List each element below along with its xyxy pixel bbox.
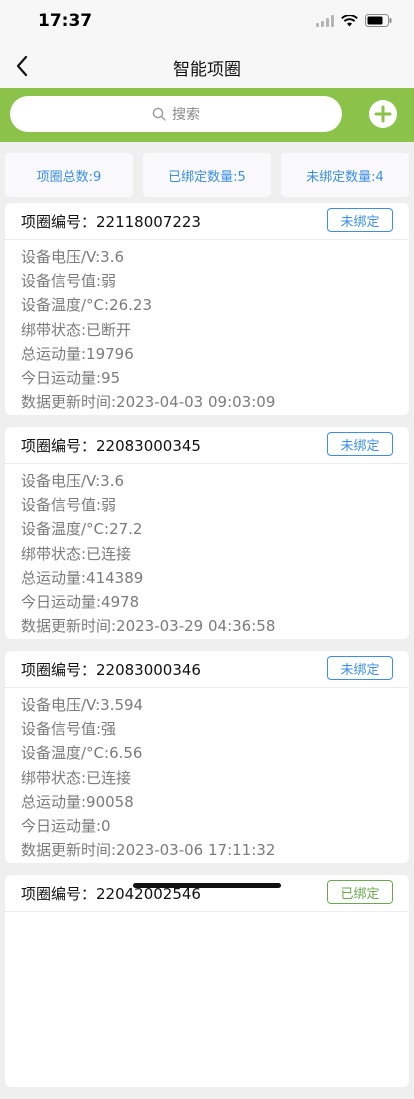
voltage-value: 设备电压/V:3.6	[21, 472, 125, 490]
bind-status-button[interactable]: 未绑定	[327, 208, 393, 232]
home-indicator	[133, 883, 281, 888]
collar-list: 项圈编号：22118007223 未绑定 设备电压/V:3.6 设备信号值:弱 …	[5, 203, 409, 1099]
stat-unbound[interactable]: 未绑定数量:4	[281, 153, 409, 197]
total-activity: 总运动量:414389	[21, 568, 144, 587]
collar-card[interactable]: 项圈编号：22083000345 未绑定 设备电压/V:3.6 设备信号值:弱 …	[5, 427, 409, 639]
today-activity: 今日运动量:95	[21, 369, 121, 388]
bind-status-button[interactable]: 已绑定	[327, 880, 393, 904]
search-icon	[152, 107, 166, 121]
update-time: 数据更新时间:2023-04-03 09:03:09	[21, 393, 276, 412]
bind-status-button[interactable]: 未绑定	[327, 432, 393, 456]
total-activity: 总运动量:90058	[21, 792, 134, 811]
search-input[interactable]: 搜索	[10, 96, 342, 132]
collar-code: 项圈编号：22118007223	[21, 213, 201, 231]
card-header: 项圈编号：22042002546 已绑定	[5, 875, 409, 912]
collar-card[interactable]: 项圈编号：22118007223 未绑定 设备电压/V:3.6 设备信号值:弱 …	[5, 203, 409, 415]
signal-value: 设备信号值:强	[21, 720, 117, 739]
plus-circle-icon	[374, 105, 392, 123]
search-placeholder: 搜索	[172, 107, 200, 123]
collar-code: 项圈编号：22083000345	[21, 437, 201, 455]
card-header: 项圈编号：22083000346 未绑定	[5, 651, 409, 688]
card-body: 设备电压/V:3.6 设备信号值:弱 设备温度/°C:27.2 绑带状态:已连接…	[5, 464, 409, 638]
strap-status: 绑带状态:已连接	[21, 768, 132, 787]
stat-total[interactable]: 项圈总数:9	[5, 153, 133, 197]
strap-status: 绑带状态:已断开	[21, 320, 132, 339]
voltage-value: 设备电压/V:3.6	[21, 248, 125, 266]
temperature-value: 设备温度/°C:6.56	[21, 744, 143, 763]
bind-status-button[interactable]: 未绑定	[327, 656, 393, 680]
signal-value: 设备信号值:弱	[21, 272, 117, 291]
card-header: 项圈编号：22118007223 未绑定	[5, 203, 409, 240]
search-band: 搜索	[0, 88, 414, 142]
collar-code: 项圈编号：22083000346	[21, 661, 201, 679]
status-bar: 17:37	[0, 0, 414, 44]
strap-status: 绑带状态:已连接	[21, 544, 132, 563]
temperature-value: 设备温度/°C:27.2	[21, 520, 143, 539]
nav-bar: 智能项圈	[0, 44, 414, 88]
collar-card[interactable]: 项圈编号：22042002546 已绑定	[5, 875, 409, 1087]
stat-bound[interactable]: 已绑定数量:5	[143, 153, 271, 197]
card-header: 项圈编号：22083000345 未绑定	[5, 427, 409, 464]
today-activity: 今日运动量:4978	[21, 593, 140, 612]
collar-card[interactable]: 项圈编号：22083000346 未绑定 设备电压/V:3.594 设备信号值:…	[5, 651, 409, 863]
status-icons	[316, 14, 392, 27]
temperature-value: 设备温度/°C:26.23	[21, 296, 153, 315]
signal-value: 设备信号值:弱	[21, 496, 117, 515]
cellular-signal-icon	[316, 14, 334, 27]
update-time: 数据更新时间:2023-03-06 17:11:32	[21, 841, 276, 860]
wifi-icon	[341, 14, 358, 26]
voltage-value: 设备电压/V:3.594	[21, 696, 144, 714]
card-body: 设备电压/V:3.594 设备信号值:强 设备温度/°C:6.56 绑带状态:已…	[5, 688, 409, 862]
card-body: 设备电压/V:3.6 设备信号值:弱 设备温度/°C:26.23 绑带状态:已断…	[5, 240, 409, 414]
page-title: 智能项圈	[173, 60, 241, 80]
total-activity: 总运动量:19796	[21, 344, 134, 363]
stats-row: 项圈总数:9 已绑定数量:5 未绑定数量:4	[5, 153, 409, 197]
add-collar-button[interactable]	[369, 100, 397, 128]
status-time: 17:37	[38, 11, 93, 31]
today-activity: 今日运动量:0	[21, 817, 111, 836]
battery-icon	[365, 14, 392, 27]
update-time: 数据更新时间:2023-03-29 04:36:58	[21, 617, 276, 636]
